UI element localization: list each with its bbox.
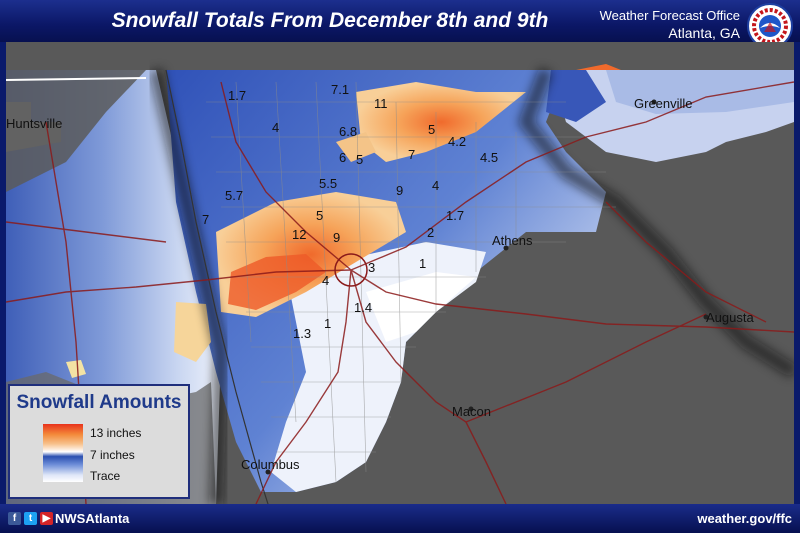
legend-label-trace: Trace <box>90 469 121 483</box>
snowfall-label: 4 <box>272 120 279 135</box>
page-title: Snowfall Totals From December 8th and 9t… <box>111 9 549 32</box>
snowfall-label: 6 <box>339 150 346 165</box>
city-label-macon: Macon <box>452 404 491 419</box>
snowfall-label: 7.1 <box>331 82 349 97</box>
map-graphic: Snowfall Totals From December 8th and 9t… <box>0 0 800 533</box>
snowfall-label: 3 <box>368 260 375 275</box>
snowfall-label: 6.8 <box>339 124 357 139</box>
snowfall-label: 1.7 <box>446 208 464 223</box>
snowfall-label: 1.7 <box>228 88 246 103</box>
legend-color-scale <box>43 424 83 482</box>
legend: Snowfall Amounts 13 inches 7 inches Trac… <box>8 384 190 499</box>
snowfall-label: 5 <box>316 208 323 223</box>
snowfall-label: 7 <box>202 212 209 227</box>
legend-label-13-inches: 13 inches <box>90 426 142 440</box>
city-label-athens: Athens <box>492 233 533 248</box>
website-link[interactable]: weather.gov/ffc <box>697 511 792 526</box>
twitter-icon[interactable]: t <box>24 512 37 525</box>
city-label-greenville: Greenville <box>634 96 693 111</box>
snowfall-label: 5.5 <box>319 176 337 191</box>
snowfall-label: 1 <box>419 256 426 271</box>
snowfall-label: 7 <box>408 147 415 162</box>
snowfall-label: 11 <box>374 96 388 111</box>
office-location: Atlanta, GA <box>668 25 740 41</box>
snowfall-label: 1.4 <box>354 300 372 315</box>
social-handle[interactable]: NWSAtlanta <box>55 511 129 526</box>
city-label-augusta: Augusta <box>706 310 754 325</box>
legend-title: Snowfall Amounts <box>16 392 182 413</box>
header-bar: Snowfall Totals From December 8th and 9t… <box>0 0 800 49</box>
youtube-icon[interactable]: ▶ <box>40 512 53 525</box>
snowfall-label: 5 <box>356 152 363 167</box>
snowfall-label: 9 <box>333 230 340 245</box>
facebook-icon[interactable]: f <box>8 512 21 525</box>
snowfall-label: 4 <box>322 273 329 288</box>
city-label-huntsville: Huntsville <box>6 116 62 131</box>
footer-bar: f t ▶ NWSAtlanta weather.gov/ffc <box>0 504 800 533</box>
snowfall-label: 4 <box>432 178 439 193</box>
snowfall-label: 1 <box>324 316 331 331</box>
snowfall-label: 9 <box>396 183 403 198</box>
snowfall-label: 4.2 <box>448 134 466 149</box>
snowfall-label: 5.7 <box>225 188 243 203</box>
office-name: Weather Forecast Office <box>599 8 740 23</box>
snowfall-label: 2 <box>427 225 434 240</box>
snowfall-label: 5 <box>428 122 435 137</box>
snowfall-label: 4.5 <box>480 150 498 165</box>
snowfall-label: 12 <box>292 227 306 242</box>
legend-label-7-inches: 7 inches <box>90 448 135 462</box>
city-label-columbus: Columbus <box>241 457 300 472</box>
snowfall-label: 1.3 <box>293 326 311 341</box>
